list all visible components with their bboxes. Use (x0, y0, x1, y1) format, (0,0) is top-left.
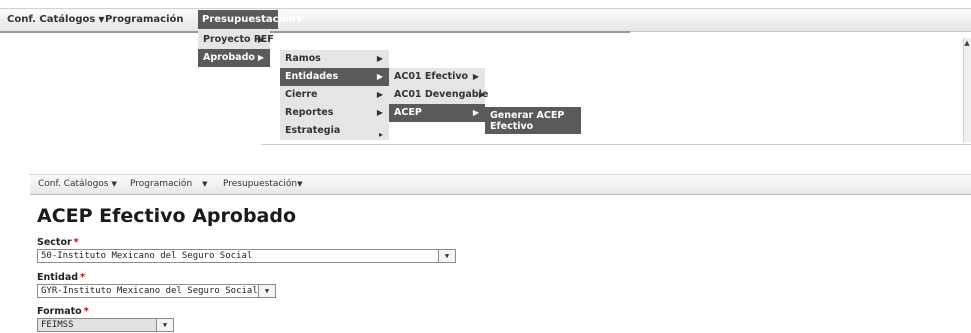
menu-presupuestacion[interactable]: Presupuestación▼ (223, 178, 302, 191)
menu-item-cierre[interactable]: Cierre ▶ (280, 86, 389, 104)
menu-item-ac01-efectivo[interactable]: AC01 Efectivo ▶ (389, 68, 485, 86)
menu-item-proyecto-pef[interactable]: Proyecto PEF ▶ (198, 31, 274, 49)
menu-presupuestacion[interactable]: Presupuestación▼ (198, 10, 302, 29)
menu-bar-underline (0, 31, 630, 33)
chevron-down-icon: ▼ (296, 15, 303, 24)
entidad-select-value: GYR-Instituto Mexicano del Seguro Social (41, 286, 258, 296)
menu-item-label: AC01 Efectivo (394, 71, 469, 82)
menu-item-ramos[interactable]: Ramos ▶ (280, 50, 389, 68)
chevron-down-icon: ▼ (202, 180, 208, 188)
menu-item-aprobado[interactable]: Aprobado ▶ (198, 49, 270, 67)
chevron-down-icon: ▼ (111, 180, 117, 188)
menu-label: Conf. Catálogos (7, 14, 96, 25)
chevron-right-icon: ▶ (376, 108, 383, 117)
dropdown-presupuestacion: Proyecto PEF ▶ Aprobado ▶ (198, 31, 274, 67)
menu-conf-catalogos[interactable]: Conf. Catálogos ▼ (7, 12, 104, 28)
dropdown-entidades: AC01 Efectivo ▶ AC01 Devengable ▶ ACEP ▶ (389, 68, 489, 122)
formato-label: Formato * (37, 306, 89, 317)
chevron-down-icon[interactable]: ▼ (258, 285, 275, 297)
menu-programacion[interactable]: Programación▼ (105, 12, 204, 28)
scroll-up-icon[interactable]: ▲ (963, 38, 971, 48)
chevron-down-icon[interactable]: ▼ (438, 250, 455, 262)
entidad-label-text: Entidad (37, 272, 79, 283)
menu-item-estrategia[interactable]: Estrategia ▸ (280, 122, 389, 140)
menu-item-label: Aprobado (203, 52, 255, 63)
menu-label: Programación (130, 179, 193, 189)
formato-select-value: FEIMSS (41, 320, 74, 330)
menu-item-generar-acep-efectivo[interactable]: Generar ACEP Efectivo (485, 107, 581, 134)
vertical-scrollbar[interactable] (963, 38, 971, 142)
chevron-right-icon: ▶ (478, 90, 485, 99)
sector-select[interactable]: 50-Instituto Mexicano del Seguro Social … (37, 249, 456, 263)
menu-conf-catalogos[interactable]: Conf. Catálogos ▼ (38, 178, 117, 191)
menu-item-label: Reportes (285, 107, 334, 118)
chevron-down-icon: ▼ (297, 180, 303, 188)
entidad-select[interactable]: GYR-Instituto Mexicano del Seguro Social… (37, 284, 276, 298)
chevron-right-icon: ▶ (376, 54, 383, 63)
required-mark: * (83, 306, 89, 317)
required-mark: * (80, 272, 86, 283)
required-mark: * (73, 237, 79, 248)
sector-select-value: 50-Instituto Mexicano del Seguro Social (41, 251, 253, 261)
chevron-right-icon: ▶ (257, 35, 264, 44)
chevron-right-icon: ▶ (472, 108, 479, 117)
dropdown-aprobado: Ramos ▶ Entidades ▶ Cierre ▶ Reportes ▶ … (280, 50, 389, 140)
chevron-right-icon: ▶ (376, 90, 383, 99)
menu-item-label: ACEP (394, 107, 422, 118)
chevron-right-icon: ▸ (378, 130, 383, 139)
section-divider (261, 144, 971, 145)
menu-item-ac01-devengable[interactable]: AC01 Devengable ▶ (389, 86, 489, 104)
menu-label: Conf. Catálogos (38, 179, 109, 189)
chevron-down-icon: ▼ (98, 15, 105, 24)
menu-item-label: AC01 Devengable (394, 89, 489, 100)
menu-item-label: Entidades (285, 71, 339, 82)
menu-label: Presupuestación (202, 14, 296, 25)
menu-label: Programación (105, 14, 184, 25)
menu-item-label: Ramos (285, 53, 321, 64)
formato-label-text: Formato (37, 306, 82, 317)
menu-item-reportes[interactable]: Reportes ▶ (280, 104, 389, 122)
sector-label-text: Sector (37, 237, 72, 248)
entidad-label: Entidad * (37, 272, 85, 283)
menu-item-entidades[interactable]: Entidades ▶ (280, 68, 389, 86)
top-menu-bar: Conf. Catálogos▼ Programación▼ Presupues… (0, 8, 971, 32)
formato-select[interactable]: FEIMSS ▼ (37, 318, 174, 332)
menu-label: Presupuestación (223, 179, 298, 189)
page-title: ACEP Efectivo Aprobado (37, 205, 297, 227)
chevron-right-icon: ▶ (376, 72, 383, 81)
chevron-right-icon: ▶ (257, 53, 264, 62)
chevron-right-icon: ▶ (472, 72, 479, 81)
chevron-down-icon[interactable]: ▼ (156, 319, 173, 331)
menu-programacion[interactable]: Programación ▼ (130, 178, 208, 191)
sector-label: Sector * (37, 237, 79, 248)
menu-item-label-line2: Efectivo (490, 121, 534, 132)
menu-item-acep[interactable]: ACEP ▶ (389, 104, 485, 122)
menu-item-label-line1: Generar ACEP (490, 110, 565, 121)
menu-item-label: Cierre (285, 89, 318, 100)
menu-item-label: Estrategia (285, 125, 341, 136)
page-menu-bar: Conf. Catálogos ▼ Programación ▼ Presupues… (30, 174, 971, 195)
